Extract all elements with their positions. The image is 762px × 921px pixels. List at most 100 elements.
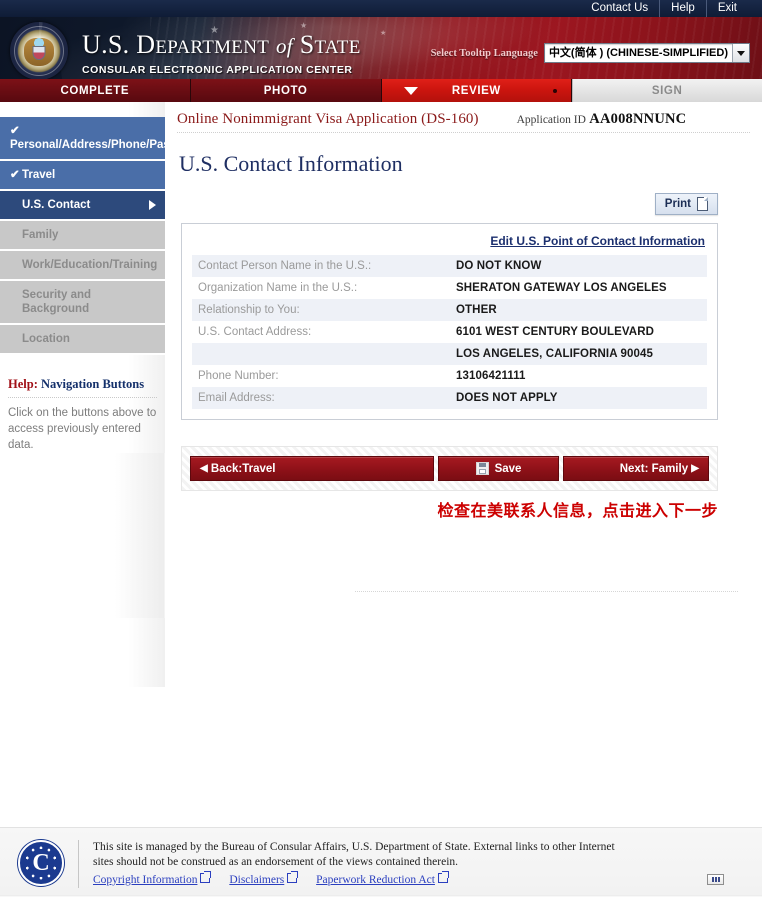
external-link-icon: [287, 871, 299, 883]
page-title: U.S. Contact Information: [179, 151, 403, 176]
sidebar-fade-region: [0, 453, 165, 618]
footer-link-label: Disclaimers: [229, 874, 285, 886]
table-row: U.S. Contact Address: 6101 WEST CENTURY …: [192, 321, 707, 343]
tooltip-language-value: 中文(简体 ) (CHINESE-SIMPLIFIED): [548, 47, 728, 59]
print-button-label: Print: [664, 198, 691, 210]
tab-sign[interactable]: SIGN: [572, 79, 762, 102]
sidebar-item-security[interactable]: Security and Background: [0, 281, 165, 325]
save-button[interactable]: Save: [438, 456, 559, 481]
wordmark-subtitle: CONSULAR ELECTRONIC APPLICATION CENTER: [82, 64, 353, 76]
table-row: Email Address: DOES NOT APPLY: [192, 387, 707, 409]
check-icon: ✔: [10, 125, 20, 137]
edit-link-row: Edit U.S. Point of Contact Information: [192, 230, 707, 255]
footer-links: Copyright Information Disclaimers Paperw…: [93, 871, 748, 888]
row-value: 13106421111: [450, 365, 707, 387]
contact-information-panel: Edit U.S. Point of Contact Information C…: [181, 223, 718, 420]
row-value: DO NOT KNOW: [450, 255, 707, 277]
table-row: Organization Name in the U.S.: SHERATON …: [192, 277, 707, 299]
sidebar-item-location[interactable]: Location: [0, 325, 165, 355]
row-value: LOS ANGELES, CALIFORNIA 90045: [450, 343, 707, 365]
row-label: Email Address:: [192, 387, 450, 409]
right-arrow-icon: ▶: [691, 463, 699, 474]
tooltip-language-select[interactable]: 中文(简体 ) (CHINESE-SIMPLIFIED): [543, 43, 750, 63]
external-link-icon: [437, 871, 449, 883]
footer-link-label: Copyright Information: [93, 874, 198, 886]
left-arrow-icon: ◀: [200, 463, 208, 474]
document-icon: [697, 197, 708, 211]
disclaimers-link[interactable]: Disclaimers: [229, 871, 299, 886]
back-button[interactable]: ◀ Back:Travel: [190, 456, 434, 481]
masthead: ★ ★ ★ U.S. DEPARTMENT of STATE CONSULAR …: [0, 17, 762, 79]
wordmark-part-1: U.S. D: [82, 30, 156, 59]
footer-notice-line-1: This site is managed by the Bureau of Co…: [93, 841, 615, 853]
row-label: [192, 343, 450, 365]
table-row: LOS ANGELES, CALIFORNIA 90045: [192, 343, 707, 365]
application-id: Application ID AA008NNUNC: [517, 111, 687, 128]
row-value: OTHER: [450, 299, 707, 321]
main-content: Online Nonimmigrant Visa Application (DS…: [165, 102, 762, 592]
next-button-label: Next: Family: [619, 462, 689, 475]
utility-bar: Contact Us Help Exit: [0, 0, 762, 17]
help-panel: Help: Navigation Buttons Click on the bu…: [8, 377, 157, 453]
tooltip-language-label: Select Tooltip Language: [430, 47, 538, 59]
help-title-keyword: Help:: [8, 377, 38, 391]
contact-information-table: Contact Person Name in the U.S.: DO NOT …: [192, 255, 707, 409]
department-of-state-seal-icon: [10, 22, 68, 79]
sidebar-item-label: Security and Background: [22, 289, 92, 315]
help-divider: [8, 397, 157, 398]
row-label: Organization Name in the U.S.:: [192, 277, 450, 299]
application-id-value: AA008NNUNC: [589, 111, 687, 127]
flag-star-icon: ★: [380, 30, 387, 37]
sidebar-item-label: Travel: [22, 169, 56, 181]
exit-link[interactable]: Exit: [705, 0, 748, 17]
sidebar-item-personal[interactable]: ✔Personal/Address/Phone/Passport: [0, 117, 199, 161]
navigation-bar: ◀ Back:Travel Save Next: Family ▶: [190, 456, 709, 481]
sidebar-item-label: U.S. Contact: [22, 199, 91, 211]
wordmark-part-2: EPARTMENT: [155, 37, 270, 58]
edit-us-point-of-contact-link[interactable]: Edit U.S. Point of Contact Information: [490, 234, 705, 248]
flag-star-icon: ★: [300, 21, 308, 30]
back-button-label: Back:Travel: [210, 462, 276, 475]
help-title-rest: Navigation Buttons: [37, 377, 145, 391]
sidebar-item-family[interactable]: Family: [0, 221, 165, 251]
row-label: Relationship to You:: [192, 299, 450, 321]
sidebar-item-travel[interactable]: ✔ Travel: [0, 161, 165, 191]
floppy-disk-icon: [475, 462, 489, 475]
help-body-text: Click on the buttons above to access pre…: [8, 407, 157, 451]
chevron-down-icon[interactable]: [732, 44, 749, 62]
table-row: Relationship to You: OTHER: [192, 299, 707, 321]
sidebar-item-label: Work/Education/Training: [22, 259, 158, 271]
navigation-bar-wrapper: ◀ Back:Travel Save Next: Family ▶: [181, 446, 718, 491]
help-title: Help: Navigation Buttons: [8, 377, 157, 397]
sidebar-item-us-contact[interactable]: U.S. Contact: [0, 191, 165, 221]
print-button[interactable]: Print: [654, 193, 718, 215]
save-button-label: Save: [494, 462, 522, 475]
sidebar-item-work[interactable]: Work/Education/Training: [0, 251, 165, 281]
sidebar-item-label: Location: [22, 333, 70, 345]
row-value: DOES NOT APPLY: [450, 387, 707, 409]
application-bar: Online Nonimmigrant Visa Application (DS…: [177, 102, 750, 133]
sidebar-item-label: Family: [22, 229, 59, 241]
row-value: 6101 WEST CENTURY BOULEVARD: [450, 321, 707, 343]
progress-tabs: COMPLETE PHOTO REVIEW SIGN: [0, 79, 762, 102]
footer-notice: This site is managed by the Bureau of Co…: [78, 840, 748, 888]
copyright-information-link[interactable]: Copyright Information: [93, 871, 212, 886]
print-row: Print: [177, 193, 750, 215]
footer-notice-line-2: sites should not be construed as an endo…: [93, 856, 459, 868]
sidebar-top-spacer: [0, 102, 165, 117]
external-link-icon: [200, 871, 212, 883]
site-wordmark: U.S. DEPARTMENT of STATE CONSULAR ELECTR…: [82, 30, 361, 77]
tab-photo[interactable]: PHOTO: [190, 79, 382, 102]
tooltip-language-control: Select Tooltip Language 中文(简体 ) (CHINESE…: [431, 43, 750, 63]
tab-complete[interactable]: COMPLETE: [0, 79, 191, 102]
contact-us-link[interactable]: Contact Us: [580, 0, 659, 17]
sidebar: ✔Personal/Address/Phone/Passport ✔ Travel…: [0, 102, 199, 687]
row-value: SHERATON GATEWAY LOS ANGELES: [450, 277, 707, 299]
paperwork-reduction-act-link[interactable]: Paperwork Reduction Act: [316, 871, 449, 886]
help-link[interactable]: Help: [659, 0, 706, 17]
next-button[interactable]: Next: Family ▶: [563, 456, 709, 481]
footer: C This site is managed by the Bureau of …: [0, 827, 762, 921]
tab-review[interactable]: REVIEW: [381, 79, 573, 102]
content-bottom-divider: [355, 591, 738, 592]
accessibility-badge-icon: [707, 874, 724, 885]
